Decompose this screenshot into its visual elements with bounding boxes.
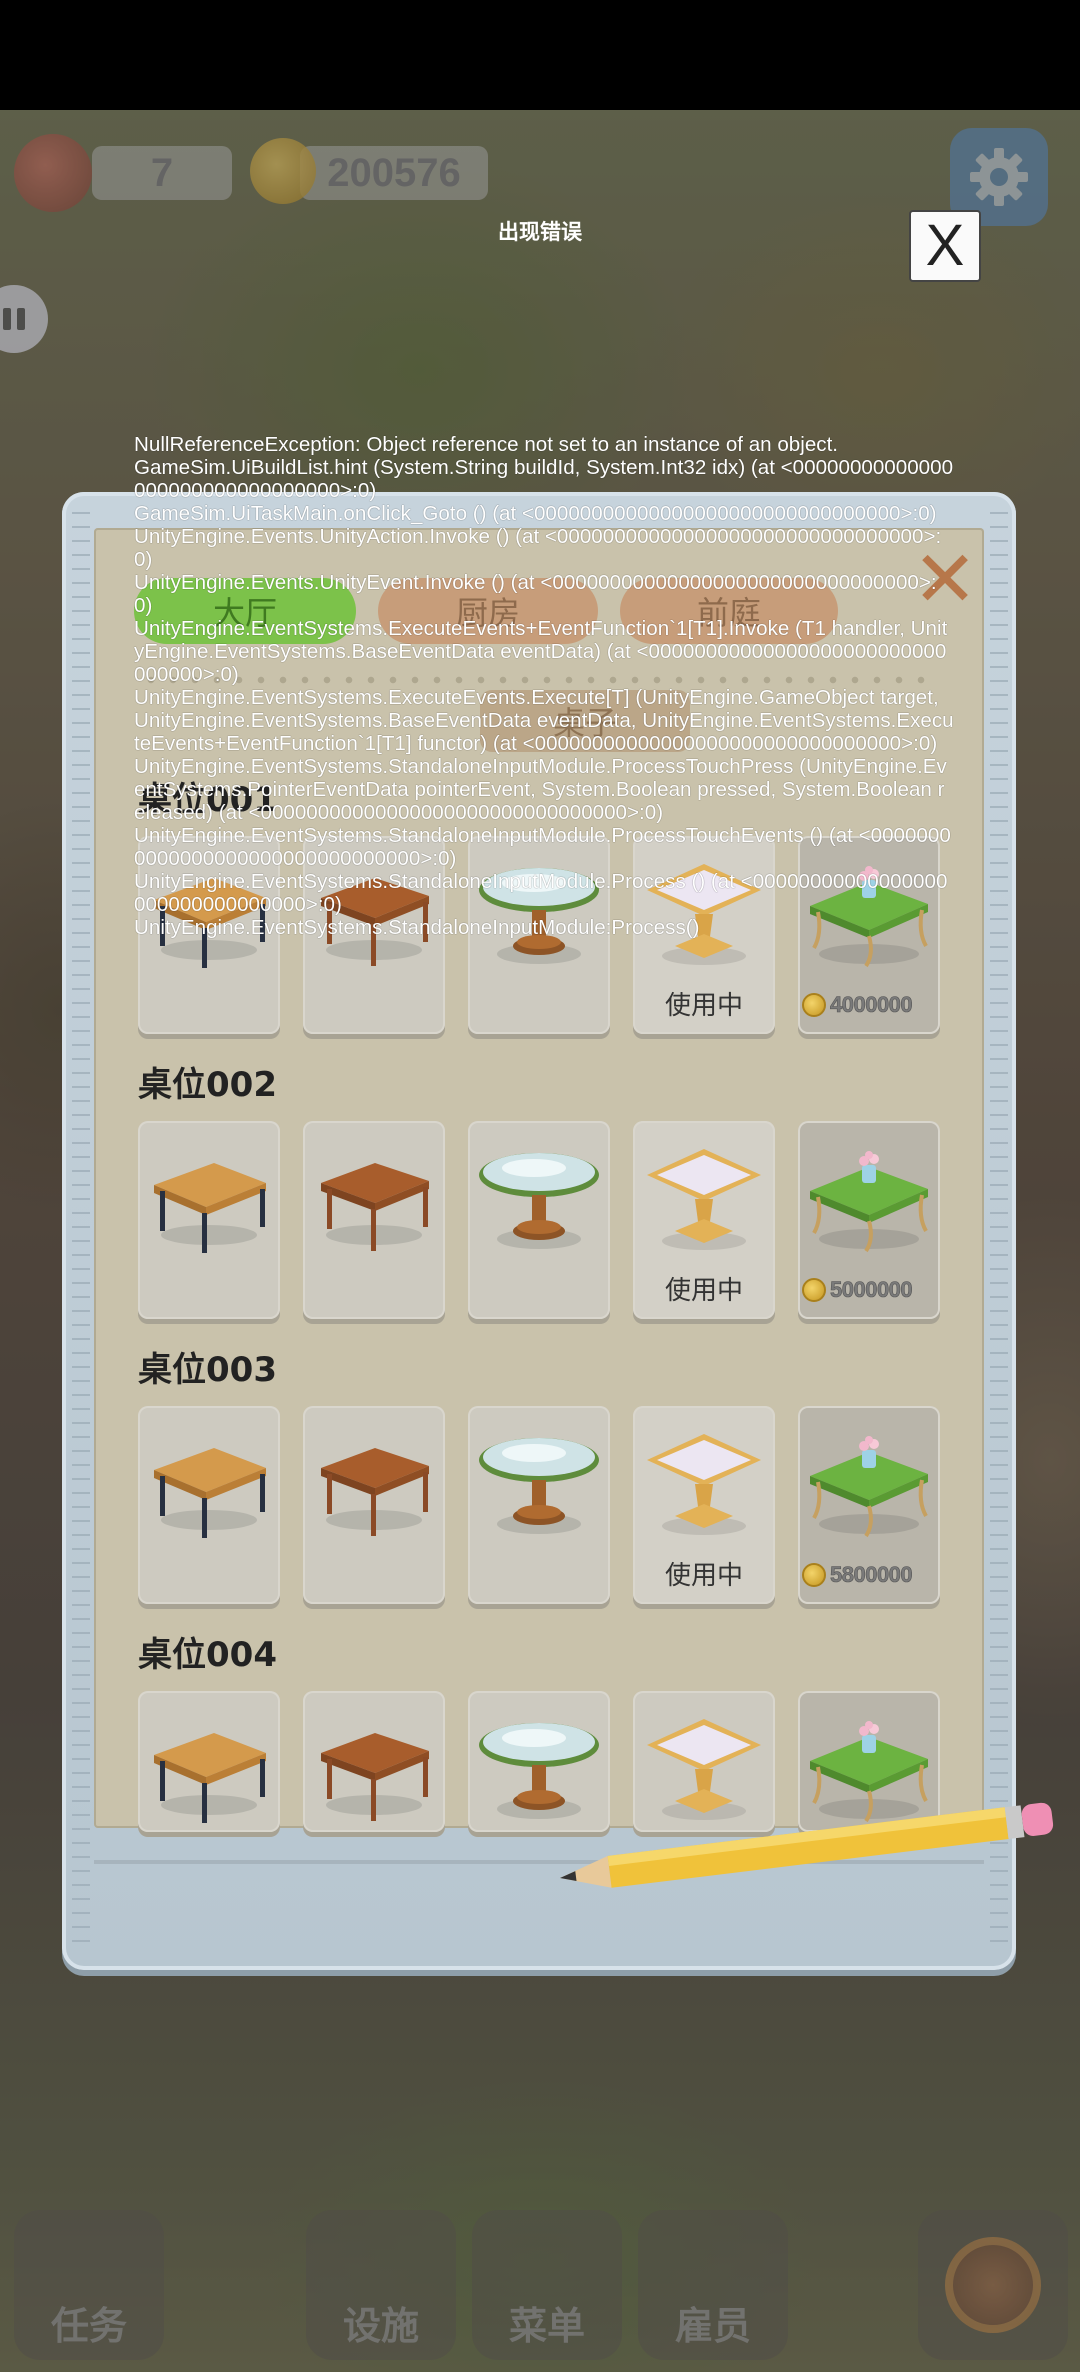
error-stack-trace: NullReferenceException: Object reference… [134,433,954,939]
error-dialog: 出现错误 X NullReferenceException: Object re… [0,0,1080,2372]
error-close-button[interactable]: X [909,210,981,282]
